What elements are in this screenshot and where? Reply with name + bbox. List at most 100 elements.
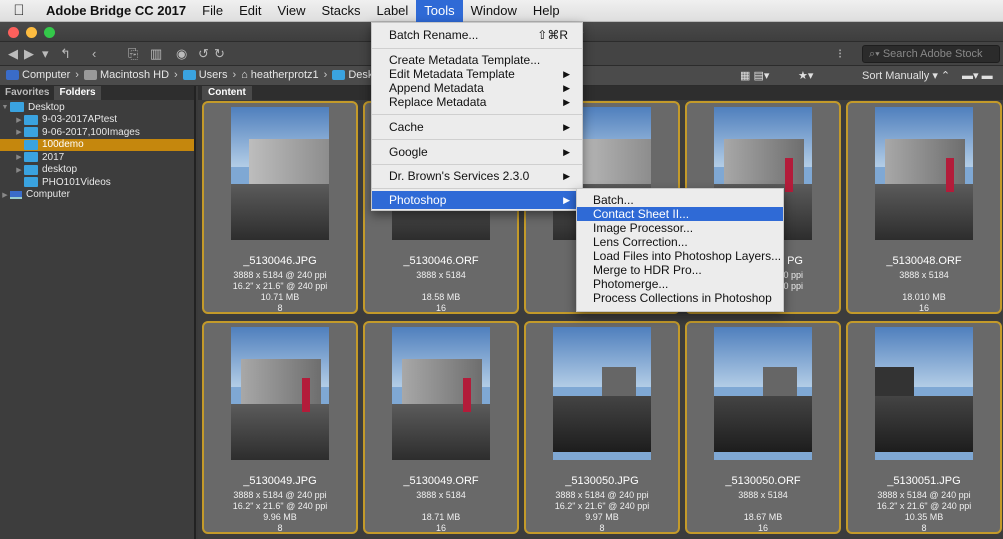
zoom-window-button[interactable] [44,27,55,38]
tree-item-9-03[interactable]: ▶ 9-03-2017APtest [0,114,194,127]
image-thumbnail [231,327,329,460]
folder-icon [332,70,346,80]
submenu-arrow-icon: ▶ [563,83,570,93]
close-window-button[interactable] [8,27,19,38]
file-size: 18.58 MB [421,292,461,302]
image-thumbnail [553,327,651,460]
folder-icon [24,177,38,188]
thumbnail-tile[interactable]: _5130050.ORF 3888 x 5184 18.67 MB 16 [685,321,841,534]
reveal-icon[interactable]: ↰ [60,46,71,62]
rotate-right-icon[interactable]: ↻ [214,46,225,62]
camera-import-icon[interactable]: ⎘ [128,46,138,62]
submenu-item-contact-sheet[interactable]: Contact Sheet II... [577,207,783,221]
thumbnail-tile[interactable]: _5130046.JPG 3888 x 5184 @ 240 ppi 16.2"… [202,101,358,314]
open-recent-icon[interactable]: ▬▾ ▬ [962,69,993,82]
tree-item-9-06[interactable]: ▶ 9-06-2017,100Images [0,126,194,139]
submenu-arrow-icon: ▶ [563,122,570,132]
menu-help[interactable]: Help [525,0,568,22]
thumbnail-tile[interactable]: _5130049.ORF 3888 x 5184 18.71 MB 16 [363,321,519,534]
file-size: 18.010 MB [902,292,946,302]
tab-favorites[interactable]: Favorites [0,86,54,100]
menu-item-edit-metadata-template[interactable]: Edit Metadata Template ▶ [372,67,582,81]
menu-item-cache[interactable]: Cache ▶ [372,118,582,136]
apple-icon[interactable]:  [0,2,38,19]
thumbnail-tile[interactable]: _5130049.JPG 3888 x 5184 @ 240 ppi 16.2"… [202,321,358,534]
recent-dropdown-icon[interactable]: ▾ [42,46,49,62]
file-print-size: 16.2" x 21.6" @ 240 ppi [232,501,328,511]
submenu-item-lens-correction[interactable]: Lens Correction... [577,235,783,249]
submenu-item-photomerge[interactable]: Photomerge... [577,277,783,291]
thumbnail-tile[interactable]: _5130050.JPG 3888 x 5184 @ 240 ppi 16.2"… [524,321,680,534]
submenu-arrow-icon: ▶ [563,69,570,79]
file-print-size: 16.2" x 21.6" @ 240 ppi [876,501,972,511]
tree-item-pho101videos[interactable]: PHO101Videos [0,176,194,189]
submenu-arrow-icon: ▶ [563,97,570,107]
menu-file[interactable]: File [194,0,231,22]
file-name: _5130051.JPG [887,475,961,487]
file-dimensions: 3888 x 5184 @ 240 ppi [555,490,649,500]
computer-icon [6,70,19,80]
submenu-item-batch[interactable]: Batch... [577,193,783,207]
forward-icon[interactable]: ▶ [24,46,34,62]
menu-app-name[interactable]: Adobe Bridge CC 2017 [38,0,194,22]
menu-item-photoshop[interactable]: Photoshop ▶ [372,191,582,209]
boomerang-icon[interactable]: ‹ [92,46,96,62]
quality-options-icon[interactable]: ▦ ▤▾ [740,69,769,82]
submenu-item-load-files-layers[interactable]: Load Files into Photoshop Layers... [577,249,783,263]
crumb-home[interactable]: ⌂ heatherprotz1 › [241,69,332,81]
panel-tabs: Favorites Folders [0,86,194,100]
submenu-item-merge-hdr[interactable]: Merge to HDR Pro... [577,263,783,277]
tree-item-100demo[interactable]: 100demo [0,138,194,151]
sort-dropdown[interactable]: Sort Manually ▾ ⌃ [862,69,950,82]
hard-drive-icon [83,70,97,80]
file-name: _5130050.JPG [565,475,639,487]
image-thumbnail [231,107,329,240]
crumb-macintosh-hd[interactable]: Macintosh HD › [83,69,183,81]
crumb-users[interactable]: Users › [182,69,241,81]
menu-item-replace-metadata[interactable]: Replace Metadata ▶ [372,95,582,109]
menu-item-dr-browns[interactable]: Dr. Brown's Services 2.3.0 ▶ [372,167,582,185]
menu-item-batch-rename[interactable]: Batch Rename... ⇧⌘R [372,26,582,44]
bit-depth: 16 [435,303,446,313]
file-name: _5130050.ORF [725,475,801,487]
open-in-camera-raw-icon[interactable]: ◉ [176,46,187,62]
menu-view[interactable]: View [270,0,314,22]
menu-label[interactable]: Label [368,0,416,22]
bit-depth: 16 [918,303,929,313]
refine-icon[interactable]: ▥ [150,46,162,62]
search-input[interactable] [882,48,993,60]
folder-icon [182,70,196,80]
folder-icon [24,139,38,150]
rotate-left-icon[interactable]: ↺ [198,46,209,62]
file-dimensions: 3888 x 5184 [416,490,466,500]
menu-tools[interactable]: Tools [416,0,463,22]
tab-content[interactable]: Content [202,86,252,100]
tree-item-desktop[interactable]: ▼ Desktop [0,101,194,114]
file-name: _5130049.JPG [243,475,317,487]
menu-stacks[interactable]: Stacks [313,0,368,22]
tree-item-desktop-sub[interactable]: ▶ desktop [0,164,194,177]
back-icon[interactable]: ◀ [8,46,18,62]
tree-item-computer[interactable]: ▶ Computer [0,189,194,202]
thumbnail-tile[interactable]: _5130048.ORF 3888 x 5184 18.010 MB 16 [846,101,1002,314]
folder-icon [24,114,38,125]
crumb-computer[interactable]: Computer › [6,69,84,81]
menu-item-create-metadata-template[interactable]: Create Metadata Template... [372,53,582,67]
menu-window[interactable]: Window [463,0,525,22]
bit-depth: 8 [277,523,283,533]
menu-item-google[interactable]: Google ▶ [372,143,582,161]
minimize-window-button[interactable] [26,27,37,38]
search-box[interactable]: ⌕▾ [862,45,1000,63]
thumbnail-tile[interactable]: _5130051.JPG 3888 x 5184 @ 240 ppi 16.2"… [846,321,1002,534]
submenu-item-image-processor[interactable]: Image Processor... [577,221,783,235]
workspace-options-icon[interactable]: ⁝ [838,46,842,62]
file-dimensions: 3888 x 5184 @ 240 ppi [233,270,327,280]
bit-depth: 16 [435,523,446,533]
filter-rating-icon[interactable]: ★▾ [798,69,813,82]
submenu-item-process-collections[interactable]: Process Collections in Photoshop [577,291,783,305]
menu-item-append-metadata[interactable]: Append Metadata ▶ [372,81,582,95]
tree-item-2017[interactable]: ▶ 2017 [0,151,194,164]
tab-folders[interactable]: Folders [54,86,101,100]
menu-edit[interactable]: Edit [231,0,269,22]
search-icon: ⌕▾ [869,48,880,60]
